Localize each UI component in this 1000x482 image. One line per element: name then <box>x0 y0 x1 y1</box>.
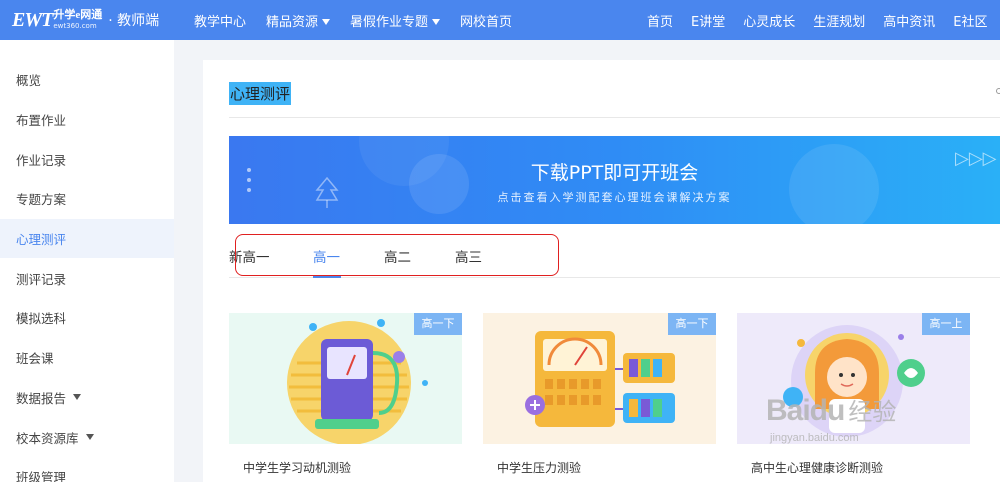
chevron-down-icon <box>432 19 441 25</box>
sidebar-item-class-management[interactable]: 班级管理 <box>0 457 174 482</box>
baidu-jingyan-watermark: Baidu 经验 jingyan.baidu.com <box>766 392 897 444</box>
assessment-card[interactable]: 高一下 中学生学习动机测验 <box>229 313 462 482</box>
nav-link-e-lecture[interactable]: E讲堂 <box>691 11 725 30</box>
sidebar-item-label: 布置作业 <box>16 113 67 129</box>
watermark-brand: Baidu <box>766 394 845 427</box>
watermark-url: jingyan.baidu.com <box>770 432 859 444</box>
nav-item-label: 教学中心 <box>194 14 247 30</box>
sidebar-item-school-resources[interactable]: 校本资源库 <box>0 417 174 457</box>
nav-link-high-school-news[interactable]: 高中资讯 <box>883 11 935 30</box>
site-logo[interactable]: EWT 升学e网通 ewt360.com · 教师端 <box>12 6 159 34</box>
assessment-card[interactable]: 高一下 中学生压力测验 <box>483 313 716 482</box>
nav-link-career-planning[interactable]: 生涯规划 <box>813 11 865 30</box>
sidebar: 概览 布置作业 作业记录 专题方案 心理测评 测评记录 模拟选科 班会课 数据报… <box>0 40 174 482</box>
sidebar-item-assign-homework[interactable]: 布置作业 <box>0 100 174 140</box>
grade-term-badge: 高一下 <box>414 313 462 335</box>
nav-item-label: 精品资源 <box>266 14 319 30</box>
promo-banner[interactable]: ▷▷▷ 下载PPT即可开班会 点击查看入学测配套心理班会课解决方案 <box>229 136 1000 224</box>
sidebar-item-label: 班级管理 <box>16 470 67 482</box>
nav-link-e-community[interactable]: E社区 <box>953 11 987 30</box>
logo-text: 升学e网通 ewt360.com <box>53 10 102 30</box>
nav-item-label: 暑假作业专题 <box>350 14 429 30</box>
chevron-down-icon <box>322 19 331 25</box>
nav-link-mind-growth[interactable]: 心灵成长 <box>743 11 795 30</box>
top-nav-bar: EWT 升学e网通 ewt360.com · 教师端 教学中心 精品资源 暑假作… <box>0 0 1000 40</box>
sidebar-item-label: 测评记录 <box>16 271 67 287</box>
sidebar-item-overview[interactable]: 概览 <box>0 60 174 100</box>
watermark-cn: 经验 <box>848 399 897 426</box>
chevron-down-icon <box>73 394 82 401</box>
banner-title: 下载PPT即可开班会 <box>530 162 699 184</box>
nav-link-home[interactable]: 首页 <box>647 11 673 30</box>
page-title: 心理测评 <box>229 82 292 105</box>
card-title: 高中生心理健康诊断测验 <box>751 461 884 475</box>
nav-item-school-home[interactable]: 网校首页 <box>460 11 512 30</box>
main-nav: 教学中心 精品资源 暑假作业专题 网校首页 <box>194 0 532 40</box>
sidebar-item-label: 心理测评 <box>16 232 67 248</box>
chevron-down-icon <box>85 434 94 441</box>
sidebar-item-label: 模拟选科 <box>16 311 67 327</box>
sidebar-item-class-meeting[interactable]: 班会课 <box>0 338 174 378</box>
card-illustration: 高一下 <box>483 313 716 444</box>
grade-tabs: 新高一 高一 高二 高三 <box>229 234 1000 278</box>
card-illustration: 高一下 <box>229 313 462 444</box>
nav-item-summer-homework[interactable]: 暑假作业专题 <box>350 11 441 30</box>
card-title: 中学生压力测验 <box>497 461 582 475</box>
logo-cn: 升学e网通 <box>53 9 103 21</box>
grade-term-badge: 高一下 <box>668 313 716 335</box>
sidebar-item-label: 校本资源库 <box>16 430 79 446</box>
title-divider <box>229 117 1000 118</box>
sidebar-item-homework-records[interactable]: 作业记录 <box>0 139 174 179</box>
grade-term-badge: 高一上 <box>922 313 970 335</box>
card-title: 中学生学习动机测验 <box>243 461 352 475</box>
sidebar-item-assessment-records[interactable]: 测评记录 <box>0 258 174 298</box>
sidebar-item-psych-assessment[interactable]: 心理测评 <box>0 218 174 259</box>
sidebar-item-label: 专题方案 <box>16 192 67 208</box>
banner-subtitle: 点击查看入学测配套心理班会课解决方案 <box>497 191 732 204</box>
more-icon[interactable] <box>996 88 1000 94</box>
annotation-highlight-box <box>235 234 559 276</box>
sidebar-item-label: 班会课 <box>16 351 54 367</box>
sidebar-item-label: 作业记录 <box>16 152 67 168</box>
logo-url: ewt360.com <box>53 22 97 30</box>
sidebar-item-data-report[interactable]: 数据报告 <box>0 378 174 418</box>
sidebar-item-label: 数据报告 <box>16 390 67 406</box>
sidebar-item-mock-subject-selection[interactable]: 模拟选科 <box>0 298 174 338</box>
logo-mark: EWT <box>12 8 53 31</box>
active-tab-indicator <box>313 276 341 278</box>
nav-item-label: 网校首页 <box>460 14 513 30</box>
nav-item-premium-resources[interactable]: 精品资源 <box>266 11 331 30</box>
nav-item-teaching-center[interactable]: 教学中心 <box>194 11 246 30</box>
sidebar-item-label: 概览 <box>16 73 42 89</box>
logo-role: · 教师端 <box>108 13 160 29</box>
secondary-nav: 首页 E讲堂 心灵成长 生涯规划 高中资讯 E社区 手机 <box>647 0 1000 40</box>
sidebar-item-topic-plans[interactable]: 专题方案 <box>0 179 174 219</box>
